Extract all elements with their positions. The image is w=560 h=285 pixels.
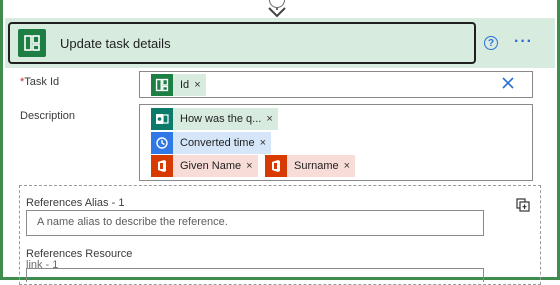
token-label: Surname: [294, 160, 339, 172]
question-circle-icon[interactable]: ?: [484, 36, 498, 50]
token-label: How was the q...: [180, 113, 262, 125]
token-id[interactable]: Id ×: [151, 74, 206, 96]
office-icon: [265, 155, 287, 177]
token-converted-time[interactable]: Converted time ×: [151, 132, 272, 154]
references-alias-label: References Alias - 1: [26, 197, 125, 209]
task-id-field[interactable]: Id ×: [139, 71, 533, 98]
office-icon: [151, 155, 173, 177]
clear-field-icon[interactable]: [500, 75, 516, 91]
action-header[interactable]: Update task details: [8, 22, 476, 64]
description-label: Description: [20, 110, 76, 122]
clock-icon: [151, 132, 173, 154]
more-horizontal-icon[interactable]: ···: [514, 33, 533, 51]
task-id-label-text: Task Id: [24, 76, 60, 88]
references-alias-input[interactable]: A name alias to describe the reference.: [26, 210, 484, 236]
token-label: Given Name: [180, 160, 242, 172]
forms-icon: [151, 108, 173, 130]
token-remove-icon[interactable]: ×: [344, 160, 355, 172]
token-label: Converted time: [180, 137, 255, 149]
token-given-name[interactable]: Given Name ×: [151, 155, 258, 177]
token-remove-icon[interactable]: ×: [266, 113, 277, 125]
description-field[interactable]: How was the q... × Converted time × Give…: [139, 104, 533, 181]
token-remove-icon[interactable]: ×: [246, 160, 257, 172]
token-label: Id: [180, 79, 190, 91]
token-remove-icon[interactable]: ×: [194, 79, 205, 91]
token-forms-question[interactable]: How was the q... ×: [151, 108, 278, 130]
arrow-down-icon: [268, 7, 286, 18]
token-remove-icon[interactable]: ×: [260, 137, 271, 149]
planner-icon: [18, 29, 46, 57]
task-id-label: *Task Id: [20, 76, 59, 88]
action-title: Update task details: [60, 35, 171, 51]
planner-icon: [151, 74, 173, 96]
copy-item-icon[interactable]: [516, 198, 530, 212]
token-surname[interactable]: Surname ×: [265, 155, 356, 177]
